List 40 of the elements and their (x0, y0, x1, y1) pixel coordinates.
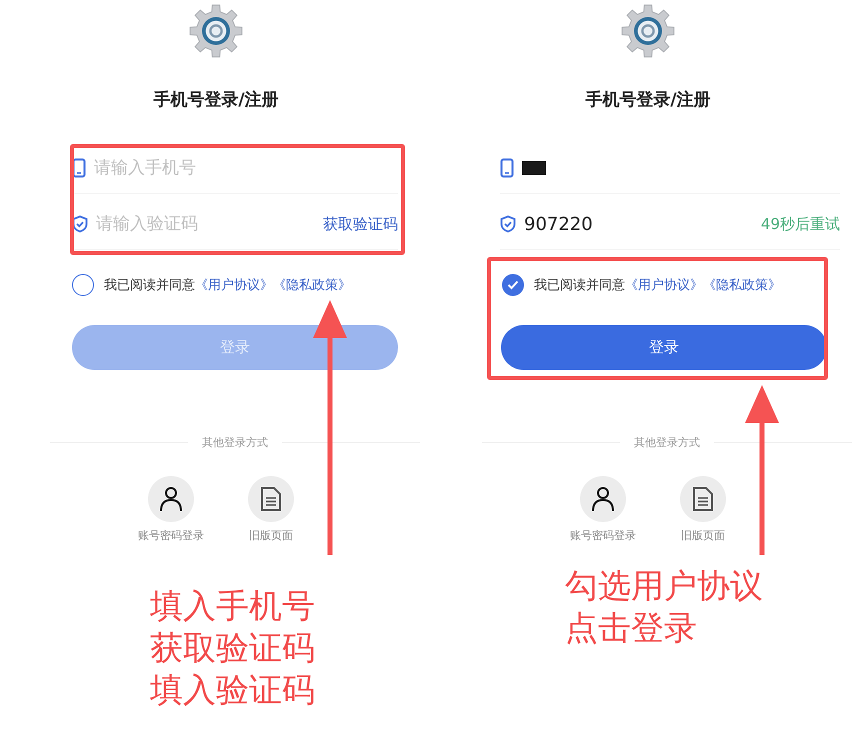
person-icon[interactable] (580, 476, 626, 522)
document-icon[interactable] (680, 476, 726, 522)
annotation-text: 点击登录 (565, 607, 698, 649)
agree-checkbox[interactable] (502, 274, 524, 296)
countdown-text: 49秒后重试 (760, 214, 840, 234)
agreement-text: 我已阅读并同意 (104, 277, 195, 294)
arrow-icon (313, 300, 347, 555)
option-label[interactable]: 旧版页面 (681, 528, 725, 543)
policy-link[interactable]: 《隐私政策》 (703, 276, 781, 294)
option-label[interactable]: 旧版页面 (249, 528, 293, 543)
gear-icon (188, 3, 244, 59)
phone-field[interactable]: 请输入手机号 (94, 158, 398, 178)
login-button[interactable]: 登录 (501, 325, 827, 370)
arrow-icon (745, 385, 779, 555)
other-login-label: 其他登录方式 (202, 435, 268, 450)
page-title: 手机号登录/注册 (584, 89, 712, 112)
code-field[interactable]: 请输入验证码 (96, 214, 315, 234)
phone-icon (72, 158, 86, 178)
policy-link[interactable]: 《隐私政策》 (273, 276, 351, 294)
gear-icon (620, 3, 676, 59)
shield-icon (500, 215, 516, 233)
other-login-label: 其他登录方式 (634, 435, 700, 450)
agreement-text: 我已阅读并同意 (534, 277, 625, 294)
policy-link[interactable]: 《用户协议》 (625, 276, 703, 294)
option-label[interactable]: 账号密码登录 (570, 528, 636, 543)
annotation-text: 填入手机号 (150, 585, 316, 627)
annotation-text: 获取验证码 (150, 627, 316, 669)
agree-checkbox[interactable] (72, 274, 94, 296)
option-label[interactable]: 账号密码登录 (138, 528, 204, 543)
annotation-text: 勾选用户协议 (565, 565, 764, 607)
phone-icon (500, 158, 514, 178)
check-icon (507, 280, 519, 290)
page-title: 手机号登录/注册 (152, 89, 280, 112)
annotation-text: 填入验证码 (150, 669, 316, 711)
person-icon[interactable] (148, 476, 194, 522)
code-field[interactable]: 907220 (524, 214, 753, 234)
shield-icon (72, 215, 88, 233)
document-icon[interactable] (248, 476, 294, 522)
get-code-link[interactable]: 获取验证码 (323, 214, 398, 234)
policy-link[interactable]: 《用户协议》 (195, 276, 273, 294)
